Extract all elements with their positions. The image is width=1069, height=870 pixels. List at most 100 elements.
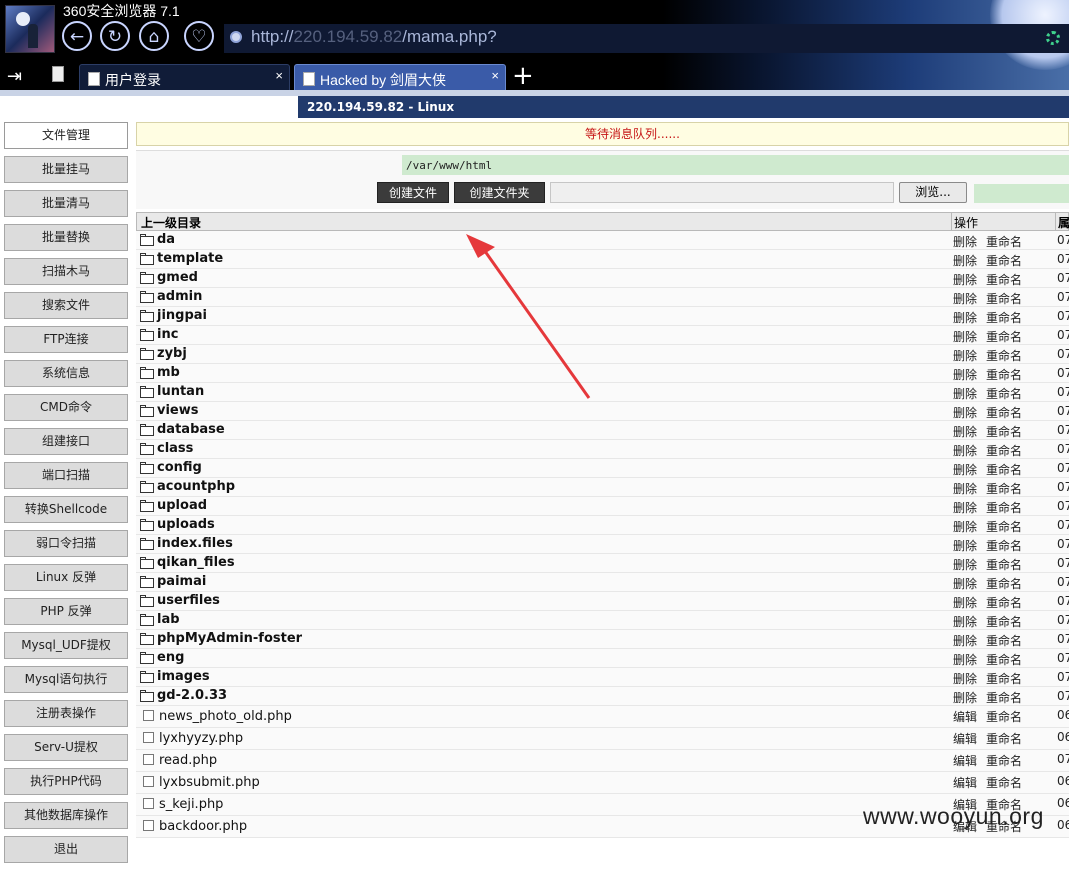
directory-row[interactable]: da 删除 重命名 07 [136,231,1069,250]
file-name[interactable]: lyxbsubmit.php [159,775,260,790]
delete-link[interactable]: 删除 [953,404,977,421]
directory-name[interactable]: views [157,403,199,418]
edit-link[interactable]: 编辑 [953,730,977,747]
delete-link[interactable]: 删除 [953,499,977,516]
sidebar-toggle-icon[interactable]: ⇥ [7,66,22,87]
rename-link[interactable]: 重命名 [986,252,1022,269]
directory-name[interactable]: paimai [157,574,206,589]
rename-link[interactable]: 重命名 [986,689,1022,706]
menu-button[interactable]: 批量挂马 [4,156,128,183]
directory-name[interactable]: eng [157,650,184,665]
rename-link[interactable]: 重命名 [986,651,1022,668]
directory-name[interactable]: lab [157,612,180,627]
menu-button[interactable]: Mysql_UDF提权 [4,632,128,659]
directory-row[interactable]: upload 删除 重命名 07 [136,497,1069,516]
directory-row[interactable]: config 删除 重命名 07 [136,459,1069,478]
directory-row[interactable]: views 删除 重命名 07 [136,402,1069,421]
back-button[interactable]: ← [62,21,92,51]
tab-user-login[interactable]: 用户登录 × [79,64,290,91]
rename-link[interactable]: 重命名 [986,328,1022,345]
menu-button[interactable]: 端口扫描 [4,462,128,489]
menu-button[interactable]: FTP连接 [4,326,128,353]
rename-link[interactable]: 重命名 [986,594,1022,611]
rename-link[interactable]: 重命名 [986,442,1022,459]
directory-row[interactable]: uploads 删除 重命名 07 [136,516,1069,535]
edit-link[interactable]: 编辑 [953,708,977,725]
menu-button[interactable]: CMD命令 [4,394,128,421]
file-name[interactable]: s_keji.php [159,797,223,812]
delete-link[interactable]: 删除 [953,670,977,687]
directory-row[interactable]: gmed 删除 重命名 07 [136,269,1069,288]
delete-link[interactable]: 删除 [953,442,977,459]
rename-link[interactable]: 重命名 [986,309,1022,326]
rename-link[interactable]: 重命名 [986,708,1022,725]
directory-name[interactable]: zybj [157,346,187,361]
delete-link[interactable]: 删除 [953,233,977,250]
directory-name[interactable]: index.files [157,536,233,551]
rename-link[interactable]: 重命名 [986,461,1022,478]
menu-button[interactable]: 弱口令扫描 [4,530,128,557]
menu-button[interactable]: 批量替换 [4,224,128,251]
menu-button[interactable]: 退出 [4,836,128,863]
menu-button[interactable]: Mysql语句执行 [4,666,128,693]
file-checkbox[interactable] [143,776,154,787]
delete-link[interactable]: 删除 [953,252,977,269]
delete-link[interactable]: 删除 [953,271,977,288]
rename-link[interactable]: 重命名 [986,752,1022,769]
file-checkbox[interactable] [143,754,154,765]
menu-button[interactable]: 系统信息 [4,360,128,387]
delete-link[interactable]: 删除 [953,309,977,326]
security-status-icon[interactable] [1046,31,1060,45]
directory-name[interactable]: mb [157,365,180,380]
rename-link[interactable]: 重命名 [986,233,1022,250]
rename-link[interactable]: 重命名 [986,575,1022,592]
directory-row[interactable]: luntan 删除 重命名 07 [136,383,1069,402]
file-name[interactable]: lyxhyyzy.php [159,731,243,746]
rename-link[interactable]: 重命名 [986,423,1022,440]
file-name[interactable]: read.php [159,753,217,768]
path-input[interactable] [402,155,1069,175]
directory-row[interactable]: inc 删除 重命名 07 [136,326,1069,345]
file-row[interactable]: news_photo_old.php 编辑 重命名 06 [136,706,1069,728]
directory-name[interactable]: luntan [157,384,204,399]
delete-link[interactable]: 删除 [953,556,977,573]
directory-row[interactable]: paimai 删除 重命名 07 [136,573,1069,592]
directory-name[interactable]: gmed [157,270,198,285]
menu-button[interactable]: 搜索文件 [4,292,128,319]
directory-row[interactable]: lab 删除 重命名 07 [136,611,1069,630]
delete-link[interactable]: 删除 [953,328,977,345]
directory-name[interactable]: userfiles [157,593,220,608]
delete-link[interactable]: 删除 [953,632,977,649]
parent-directory-link[interactable]: 上一级目录 [141,214,201,231]
delete-link[interactable]: 删除 [953,480,977,497]
close-icon[interactable]: × [491,68,499,83]
rename-link[interactable]: 重命名 [986,556,1022,573]
address-url[interactable]: http://220.194.59.82/mama.php? [251,27,497,47]
edit-link[interactable]: 编辑 [953,752,977,769]
create-file-button[interactable]: 创建文件 [377,182,449,203]
rename-link[interactable]: 重命名 [986,404,1022,421]
file-row[interactable]: lyxhyyzy.php 编辑 重命名 06 [136,728,1069,750]
edit-link[interactable]: 编辑 [953,774,977,791]
rename-link[interactable]: 重命名 [986,480,1022,497]
directory-row[interactable]: images 删除 重命名 07 [136,668,1069,687]
favorites-button[interactable]: ♡ [184,21,214,51]
rename-link[interactable]: 重命名 [986,290,1022,307]
directory-row[interactable]: template 删除 重命名 07 [136,250,1069,269]
menu-button[interactable]: 注册表操作 [4,700,128,727]
delete-link[interactable]: 删除 [953,366,977,383]
directory-name[interactable]: inc [157,327,178,342]
directory-row[interactable]: zybj 删除 重命名 07 [136,345,1069,364]
directory-row[interactable]: acountphp 删除 重命名 07 [136,478,1069,497]
site-info-icon[interactable] [230,31,242,43]
delete-link[interactable]: 删除 [953,518,977,535]
directory-name[interactable]: gd-2.0.33 [157,688,227,703]
delete-link[interactable]: 删除 [953,613,977,630]
directory-row[interactable]: index.files 删除 重命名 07 [136,535,1069,554]
directory-name[interactable]: phpMyAdmin-foster [157,631,302,646]
rename-link[interactable]: 重命名 [986,670,1022,687]
directory-row[interactable]: userfiles 删除 重命名 07 [136,592,1069,611]
directory-name[interactable]: config [157,460,202,475]
directory-name[interactable]: database [157,422,225,437]
delete-link[interactable]: 删除 [953,689,977,706]
